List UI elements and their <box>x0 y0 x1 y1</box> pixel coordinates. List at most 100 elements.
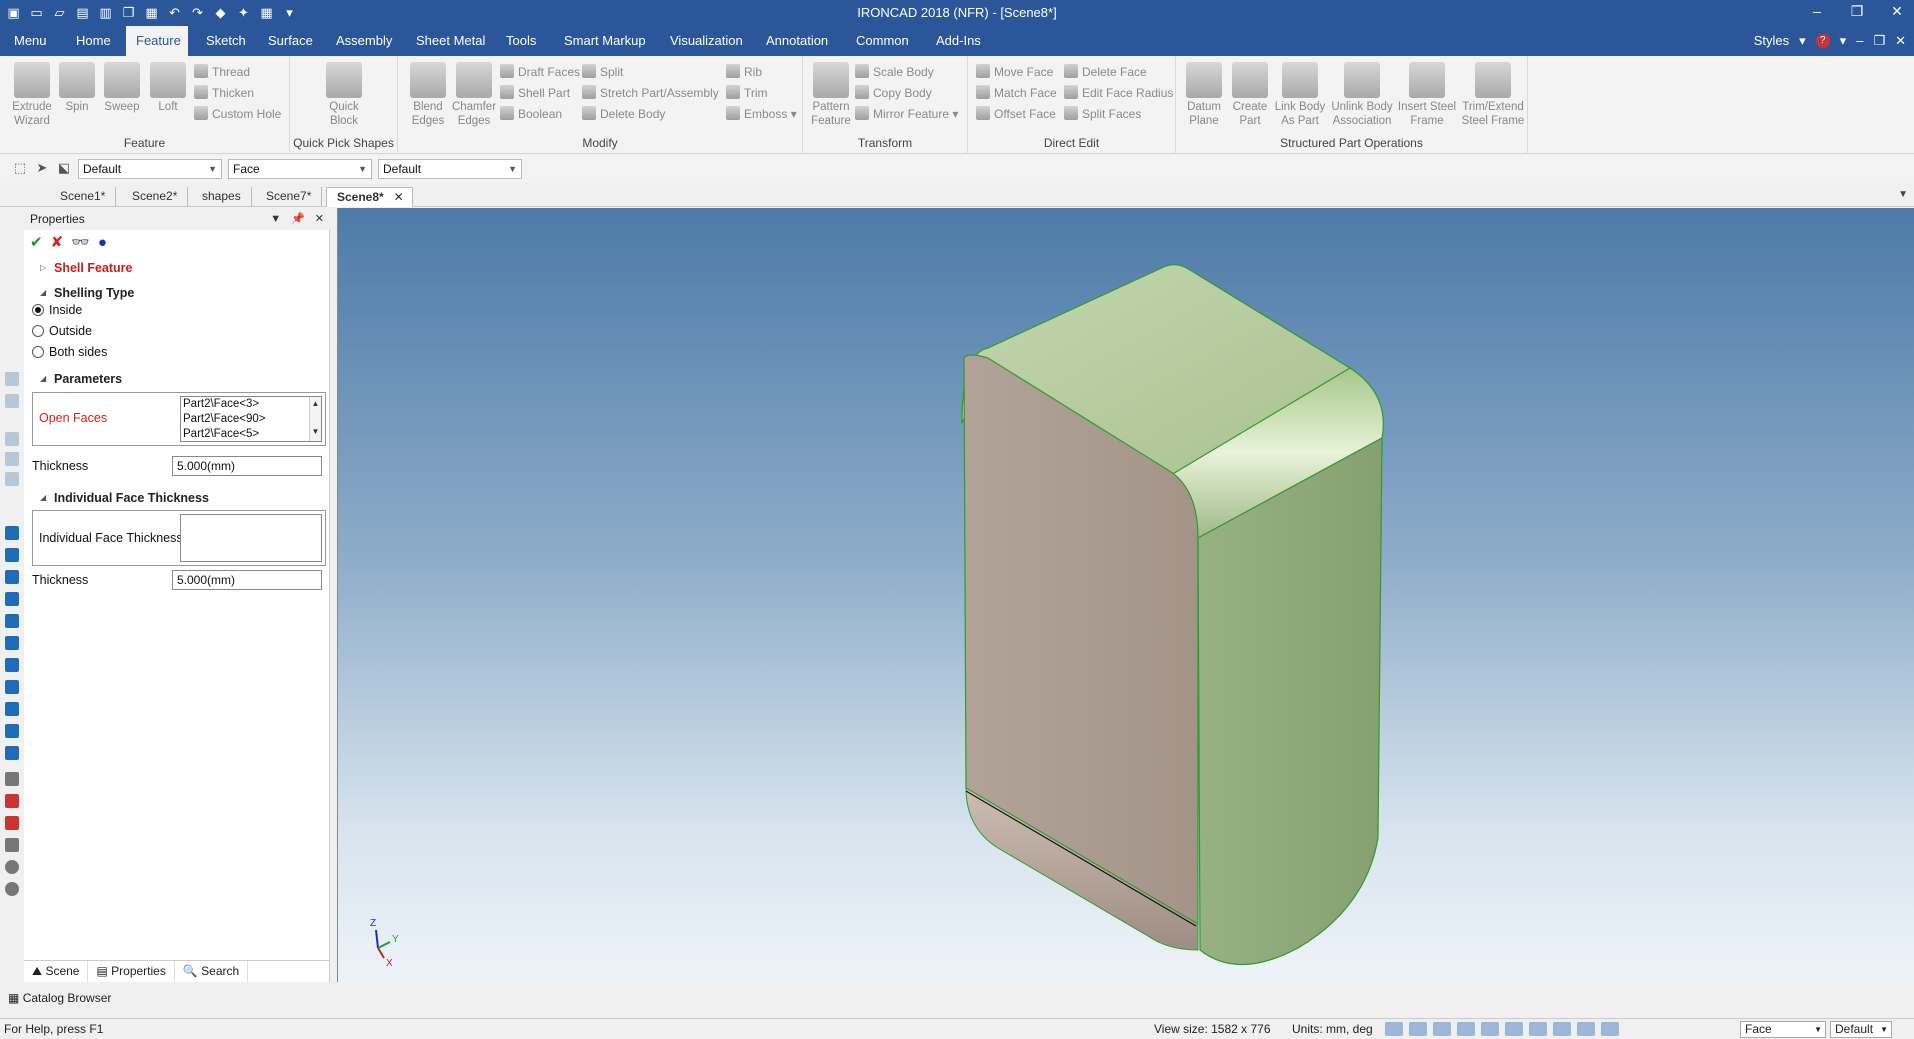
delete-body-button[interactable]: Delete Body <box>582 104 665 124</box>
pointer-icon[interactable]: ➤ <box>34 160 50 176</box>
preview-icon[interactable]: 👓 <box>71 234 90 252</box>
extrude-wizard-button[interactable]: Extrude Wizard <box>8 62 56 128</box>
doc-minimize-button[interactable]: – <box>1856 26 1863 56</box>
view-cube-icon[interactable] <box>1457 1022 1475 1036</box>
tool-icon[interactable] <box>5 372 19 386</box>
open-faces-list[interactable]: Part2\Face<3> Part2\Face<90> Part2\Face<… <box>180 396 322 442</box>
tab-visualization[interactable]: Visualization <box>660 26 753 56</box>
split-faces-button[interactable]: Split Faces <box>1064 104 1141 124</box>
trim-extend-steel-frame-button[interactable]: Trim/Extend Steel Frame <box>1460 62 1526 128</box>
trim-button[interactable]: Trim <box>726 83 768 103</box>
zoom-fit-icon[interactable] <box>1409 1022 1427 1036</box>
close-tab-icon[interactable]: ✕ <box>394 188 404 206</box>
style-dropdown[interactable]: Default ▼ <box>78 159 222 179</box>
block-icon[interactable] <box>5 636 19 650</box>
status-style-dropdown[interactable]: Default ▼ <box>1830 1021 1892 1038</box>
minimize-button[interactable]: – <box>1806 3 1828 20</box>
tab-search[interactable]: 🔍 Search <box>175 961 249 982</box>
help-icon[interactable]: ? <box>1815 34 1830 48</box>
measure-icon[interactable] <box>5 772 19 786</box>
anchor-icon[interactable] <box>5 794 19 808</box>
rib-button[interactable]: Rib <box>726 62 762 82</box>
tab-shapes[interactable]: shapes <box>192 187 252 207</box>
tool-icon[interactable] <box>5 882 19 896</box>
tool-icon[interactable] <box>5 394 19 408</box>
tool-icon[interactable] <box>5 432 19 446</box>
individual-face-heading[interactable]: ◢ Individual Face Thickness <box>40 491 209 505</box>
list-scrollbar[interactable]: ▲ ▼ <box>309 397 321 441</box>
insert-steel-frame-button[interactable]: Insert Steel Frame <box>1396 62 1458 128</box>
thickness2-input[interactable]: 5.000(mm) <box>172 570 322 590</box>
loft-button[interactable]: Loft <box>144 62 192 114</box>
tab-scene2[interactable]: Scene2* <box>122 187 189 207</box>
radio-both-sides[interactable]: Both sides <box>32 343 107 361</box>
tool-icon[interactable] <box>5 816 19 830</box>
block-icon[interactable] <box>5 702 19 716</box>
orbit-icon[interactable] <box>1433 1022 1451 1036</box>
scale-body-button[interactable]: Scale Body <box>855 62 934 82</box>
split-button[interactable]: Split <box>582 62 623 82</box>
create-part-button[interactable]: Create Part <box>1226 62 1274 128</box>
spin-button[interactable]: Spin <box>53 62 101 114</box>
tab-surface[interactable]: Surface <box>258 26 323 56</box>
thickness-input[interactable]: 5.000(mm) <box>172 456 322 476</box>
unlink-body-button[interactable]: Unlink Body Association <box>1330 62 1394 128</box>
tab-annotation[interactable]: Annotation <box>756 26 838 56</box>
styles-menu[interactable]: Styles <box>1754 26 1789 56</box>
doc-restore-button[interactable]: ❐ <box>1873 26 1885 56</box>
stretch-part-button[interactable]: Stretch Part/Assembly <box>582 83 719 103</box>
radio-inside[interactable]: Inside <box>32 301 82 319</box>
delete-face-button[interactable]: Delete Face <box>1064 62 1147 82</box>
shelling-type-heading[interactable]: ◢ Shelling Type <box>40 286 134 300</box>
mirror-feature-button[interactable]: Mirror Feature ▾ <box>855 104 958 124</box>
panel-dropdown-icon[interactable]: ▼ <box>270 208 281 230</box>
shell-part-button[interactable]: Shell Part <box>500 83 570 103</box>
cancel-x-icon[interactable]: ✘ <box>51 234 64 252</box>
block-icon[interactable] <box>5 724 19 738</box>
block-icon[interactable] <box>5 526 19 540</box>
radio-outside[interactable]: Outside <box>32 322 92 340</box>
tool-icon[interactable] <box>5 472 19 486</box>
restore-button[interactable]: ❐ <box>1846 3 1868 20</box>
tab-smart-markup[interactable]: Smart Markup <box>554 26 656 56</box>
quick-block-button[interactable]: Quick Block <box>320 62 368 128</box>
section-icon[interactable] <box>1577 1022 1595 1036</box>
match-face-button[interactable]: Match Face <box>976 83 1057 103</box>
tab-common[interactable]: Common <box>846 26 919 56</box>
block-icon[interactable] <box>5 614 19 628</box>
offset-face-button[interactable]: Offset Face <box>976 104 1056 124</box>
pattern-feature-button[interactable]: Pattern Feature <box>807 62 855 128</box>
tab-scene1[interactable]: Scene1* <box>50 187 117 207</box>
thread-button[interactable]: Thread <box>194 62 250 82</box>
panel-close-icon[interactable]: ✕ <box>315 208 324 230</box>
status-selection-dropdown[interactable]: Face ▼ <box>1740 1021 1826 1038</box>
block-icon[interactable] <box>5 548 19 562</box>
copy-body-button[interactable]: Copy Body <box>855 83 932 103</box>
draft-faces-button[interactable]: Draft Faces <box>500 62 580 82</box>
chamfer-edges-button[interactable]: Chamfer Edges <box>450 62 498 128</box>
tab-sheet-metal[interactable]: Sheet Metal <box>406 26 495 56</box>
edit-face-radius-button[interactable]: Edit Face Radius <box>1064 83 1173 103</box>
blend-edges-button[interactable]: Blend Edges <box>404 62 452 128</box>
list-item[interactable]: Part2\Face<5> <box>183 427 321 441</box>
custom-hole-button[interactable]: Custom Hole <box>194 104 281 124</box>
tool-icon[interactable] <box>5 452 19 466</box>
boolean-button[interactable]: Boolean <box>500 104 562 124</box>
scheme-dropdown[interactable]: Default ▼ <box>378 159 522 179</box>
thicken-button[interactable]: Thicken <box>194 83 254 103</box>
block-icon[interactable] <box>5 592 19 606</box>
tab-assembly[interactable]: Assembly <box>326 26 402 56</box>
close-button[interactable]: ✕ <box>1886 3 1908 20</box>
display-icon[interactable] <box>1553 1022 1571 1036</box>
catalog-browser-bar[interactable]: ▦ Catalog Browser <box>0 988 1914 1008</box>
tab-properties[interactable]: ▤ Properties <box>88 961 175 982</box>
ribbon-options-icon[interactable]: ▾ <box>1840 26 1847 56</box>
tab-scene-browser[interactable]: ⛰ Scene <box>24 961 89 982</box>
info-dot-icon[interactable]: ● <box>98 234 107 252</box>
parameters-heading[interactable]: ◢ Parameters <box>40 372 122 386</box>
zoom-icon[interactable] <box>1385 1022 1403 1036</box>
sweep-button[interactable]: Sweep <box>98 62 146 114</box>
block-icon[interactable] <box>5 570 19 584</box>
ok-check-icon[interactable]: ✔ <box>30 234 43 252</box>
individual-face-list[interactable] <box>180 514 322 562</box>
